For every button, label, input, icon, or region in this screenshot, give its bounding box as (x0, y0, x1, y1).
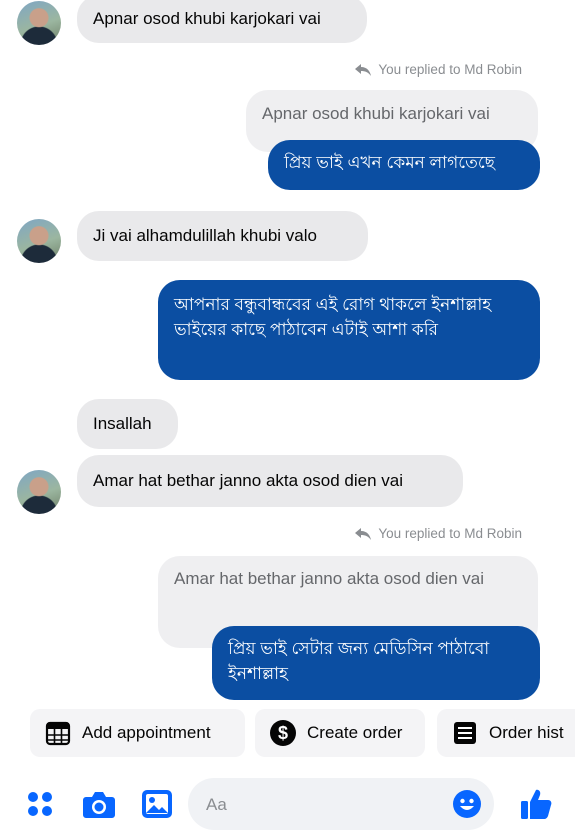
quoted-text: Apnar osod khubi karjokari vai (262, 104, 490, 123)
create-order-button[interactable]: $ Create order (255, 709, 425, 757)
svg-text:$: $ (278, 723, 288, 743)
avatar[interactable] (17, 470, 61, 514)
reply-note-text: You replied to Md Robin (378, 526, 522, 541)
order-history-button[interactable]: Order hist (437, 709, 575, 757)
gallery-icon[interactable] (139, 786, 175, 822)
receipt-icon (451, 719, 479, 747)
incoming-message[interactable]: Amar hat bethar janno akta osod dien vai (77, 455, 463, 507)
message-text: Ji vai alhamdulillah khubi valo (93, 226, 317, 245)
quoted-text: Amar hat bethar janno akta osod dien vai (174, 569, 484, 588)
calendar-icon (44, 719, 72, 747)
chip-label: Create order (307, 723, 403, 742)
reply-indicator: You replied to Md Robin (354, 62, 522, 77)
incoming-message[interactable]: Apnar osod khubi karjokari vai (77, 0, 367, 43)
message-text: Apnar osod khubi karjokari vai (93, 9, 321, 28)
camera-icon[interactable] (81, 786, 117, 822)
outgoing-message[interactable]: আপনার বন্ধুবান্ধবের এই রোগ থাকলে ইনশাল্ল… (158, 280, 540, 380)
message-text: Insallah (93, 414, 152, 433)
reply-note-text: You replied to Md Robin (378, 62, 522, 77)
reply-icon (355, 63, 372, 76)
message-text: Amar hat bethar janno akta osod dien vai (93, 471, 403, 490)
avatar[interactable] (17, 1, 61, 45)
chip-label: Add appointment (82, 723, 211, 742)
like-icon[interactable] (518, 786, 554, 822)
chip-label: Order hist (489, 723, 564, 742)
reply-indicator: You replied to Md Robin (354, 526, 522, 541)
menu-icon[interactable] (22, 786, 58, 822)
incoming-message[interactable]: Insallah (77, 399, 178, 449)
outgoing-message[interactable]: প্রিয় ভাই সেটার জন্য মেডিসিন পাঠাবো ইনশ… (212, 626, 540, 700)
avatar[interactable] (17, 219, 61, 263)
add-appointment-button[interactable]: Add appointment (30, 709, 245, 757)
message-text: প্রিয় ভাই এখন কেমন লাগতেছে (284, 153, 495, 172)
emoji-icon[interactable] (452, 789, 482, 819)
message-text: প্রিয় ভাই সেটার জন্য মেডিসিন পাঠাবো ইনশ… (228, 639, 490, 683)
message-input[interactable] (204, 778, 438, 832)
outgoing-message[interactable]: প্রিয় ভাই এখন কেমন লাগতেছে (268, 140, 540, 190)
dollar-icon: $ (269, 719, 297, 747)
message-composer[interactable] (188, 778, 494, 832)
incoming-message[interactable]: Ji vai alhamdulillah khubi valo (77, 211, 368, 261)
message-text: আপনার বন্ধুবান্ধবের এই রোগ থাকলে ইনশাল্ল… (174, 295, 492, 339)
reply-icon (355, 527, 372, 540)
